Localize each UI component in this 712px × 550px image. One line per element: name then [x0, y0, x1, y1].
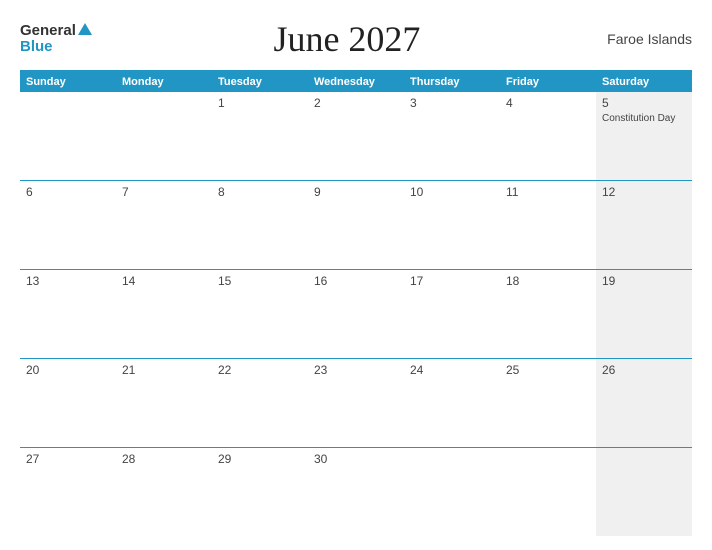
calendar-cell: 10: [404, 181, 500, 269]
calendar-cell: 18: [500, 270, 596, 358]
calendar-body: 12345Constitution Day6789101112131415161…: [20, 92, 692, 536]
day-number: 16: [314, 274, 398, 288]
day-header-sunday: Sunday: [20, 72, 116, 92]
day-number: 27: [26, 452, 110, 466]
calendar-cell: 9: [308, 181, 404, 269]
calendar-cell: 23: [308, 359, 404, 447]
day-header-friday: Friday: [500, 72, 596, 92]
calendar-cell: 29: [212, 448, 308, 536]
calendar-cell: 27: [20, 448, 116, 536]
day-number: 24: [410, 363, 494, 377]
header: General Blue June 2027 Faroe Islands: [20, 18, 692, 60]
calendar-cell: [404, 448, 500, 536]
calendar-cell: 20: [20, 359, 116, 447]
calendar-event: Constitution Day: [602, 112, 686, 125]
day-number: 8: [218, 185, 302, 199]
day-number: 12: [602, 185, 686, 199]
calendar-cell: 26: [596, 359, 692, 447]
calendar-cell: [20, 92, 116, 180]
calendar-cell: 30: [308, 448, 404, 536]
calendar-cell: 25: [500, 359, 596, 447]
day-number: 10: [410, 185, 494, 199]
calendar: SundayMondayTuesdayWednesdayThursdayFrid…: [20, 70, 692, 536]
calendar-cell: 21: [116, 359, 212, 447]
calendar-cell: 1: [212, 92, 308, 180]
calendar-cell: 5 Constitution Day: [596, 92, 692, 180]
day-number: 22: [218, 363, 302, 377]
week-row-5: 27 28 29 30: [20, 448, 692, 536]
day-number: 17: [410, 274, 494, 288]
calendar-cell: 15: [212, 270, 308, 358]
day-number: 2: [314, 96, 398, 110]
day-number: 30: [314, 452, 398, 466]
day-number: 1: [218, 96, 302, 110]
week-row-1: 12345 Constitution Day: [20, 92, 692, 181]
month-title: June 2027: [92, 18, 602, 60]
calendar-cell: 11: [500, 181, 596, 269]
day-header-saturday: Saturday: [596, 72, 692, 92]
week-row-2: 6789 10 11 12: [20, 181, 692, 270]
day-number: 3: [410, 96, 494, 110]
day-number: 21: [122, 363, 206, 377]
calendar-cell: 19: [596, 270, 692, 358]
logo-general-text: General: [20, 23, 76, 40]
day-number: 13: [26, 274, 110, 288]
day-number: 7: [122, 185, 206, 199]
day-number: 23: [314, 363, 398, 377]
day-number: 18: [506, 274, 590, 288]
day-number: 6: [26, 185, 110, 199]
calendar-cell: 6: [20, 181, 116, 269]
day-number: 28: [122, 452, 206, 466]
calendar-cell: 14: [116, 270, 212, 358]
day-number: 29: [218, 452, 302, 466]
calendar-cell: 28: [116, 448, 212, 536]
week-row-3: 13 14 15 16 17 18 19: [20, 270, 692, 359]
day-number: 26: [602, 363, 686, 377]
logo: General Blue: [20, 23, 92, 56]
calendar-page: General Blue June 2027 Faroe Islands Sun…: [0, 0, 712, 550]
calendar-cell: 4: [500, 92, 596, 180]
day-number: 20: [26, 363, 110, 377]
calendar-cell: 8: [212, 181, 308, 269]
calendar-cell: 7: [116, 181, 212, 269]
day-number: 14: [122, 274, 206, 288]
day-number: 5: [602, 96, 686, 110]
calendar-cell: [596, 448, 692, 536]
calendar-cell: 16: [308, 270, 404, 358]
day-header-monday: Monday: [116, 72, 212, 92]
calendar-cell: 17: [404, 270, 500, 358]
calendar-cell: 13: [20, 270, 116, 358]
day-number: 15: [218, 274, 302, 288]
region-label: Faroe Islands: [602, 31, 692, 47]
calendar-cell: 24: [404, 359, 500, 447]
day-number: 25: [506, 363, 590, 377]
calendar-header: SundayMondayTuesdayWednesdayThursdayFrid…: [20, 72, 692, 92]
calendar-cell: [500, 448, 596, 536]
day-header-thursday: Thursday: [404, 72, 500, 92]
logo-blue-text: Blue: [20, 39, 53, 56]
day-number: 11: [506, 185, 590, 199]
day-number: 4: [506, 96, 590, 110]
calendar-cell: [116, 92, 212, 180]
calendar-cell: 22: [212, 359, 308, 447]
day-header-tuesday: Tuesday: [212, 72, 308, 92]
day-number: 9: [314, 185, 398, 199]
day-number: 19: [602, 274, 686, 288]
day-header-wednesday: Wednesday: [308, 72, 404, 92]
calendar-cell: 2: [308, 92, 404, 180]
week-row-4: 20 21 22 23 24 25 26: [20, 359, 692, 448]
calendar-cell: 12: [596, 181, 692, 269]
calendar-cell: 3: [404, 92, 500, 180]
logo-triangle-icon: [78, 23, 92, 35]
